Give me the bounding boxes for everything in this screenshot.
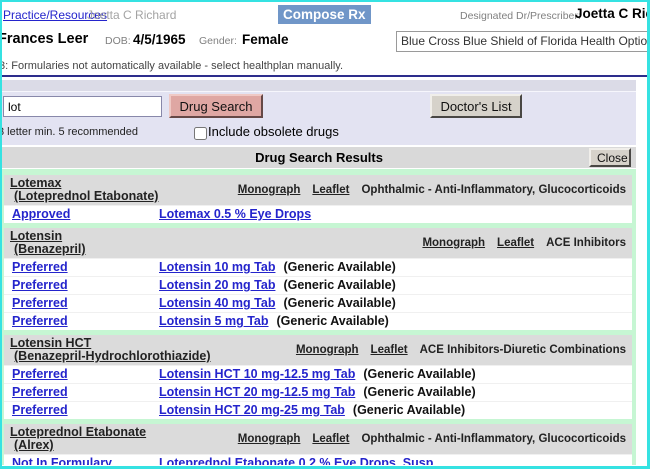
generic-available-label: (Generic Available) <box>363 367 476 381</box>
drug-result-row: Preferred Lotensin HCT 10 mg-12.5 mg Tab (… <box>4 365 632 383</box>
drug-name-link[interactable]: Lotemax 0.5 % Eye Drops <box>159 207 311 222</box>
generic-available-label: (Generic Available) <box>283 296 396 310</box>
drug-result-row: Preferred Lotensin 10 mg Tab (Generic Avai… <box>4 258 632 276</box>
gender-label: Gender: <box>199 35 237 47</box>
result-group-header: Lotemax (Loteprednol Etabonate) Monograph L… <box>4 175 632 205</box>
drug-name-link[interactable]: Lotensin 10 mg Tab <box>159 260 275 275</box>
drug-group-name: Lotemax (Loteprednol Etabonate) <box>10 177 158 203</box>
search-hint: 3 letter min. 5 recommended <box>0 126 139 138</box>
generic-available-label: (Generic Available) <box>363 385 476 399</box>
generic-available-label: (Generic Available) <box>283 260 396 274</box>
drug-category-label: ACE Inhibitors-Diuretic Combinations <box>419 344 626 356</box>
result-group-header: Lotensin HCT (Benazepril-Hydrochlorothiaz… <box>4 335 632 365</box>
results-list: Lotemax (Loteprednol Etabonate) Monograph L… <box>2 169 636 465</box>
monograph-link[interactable]: Monograph <box>296 344 359 356</box>
include-obsolete-checkbox[interactable] <box>194 127 207 140</box>
generic-available-label: (Generic Available) <box>352 403 466 417</box>
group-header-links: Monograph Leaflet ACE Inhibitors <box>422 237 626 249</box>
gender-value: Female <box>242 32 289 47</box>
results-title: Drug Search Results <box>255 150 383 165</box>
drug-result-row: Preferred Lotensin HCT 20 mg-25 mg Tab (Ge… <box>4 401 632 419</box>
formulary-status-link[interactable]: Preferred <box>12 403 159 418</box>
healthplan-select[interactable]: Blue Cross Blue Shield of Florida Health… <box>396 31 647 52</box>
drug-name-link[interactable]: Loteprednol Etabonate 0.2 % Eye Drops, S… <box>159 456 433 465</box>
leaflet-link[interactable]: Leaflet <box>312 433 349 445</box>
formulary-status-link[interactable]: Preferred <box>12 260 159 275</box>
drug-name-link[interactable]: Lotensin 5 mg Tab <box>159 314 269 329</box>
drug-name-link[interactable]: Lotensin 40 mg Tab <box>159 296 275 311</box>
drug-name-link[interactable]: Lotensin HCT 20 mg-12.5 mg Tab <box>159 385 355 400</box>
result-group: Loteprednol Etabonate (Alrex) Monograph Lea… <box>4 424 632 465</box>
include-obsolete-label: Include obsolete drugs <box>208 124 339 139</box>
drug-name-link[interactable]: Lotensin HCT 10 mg-12.5 mg Tab <box>159 367 355 382</box>
results-header-bar: Drug Search Results Close <box>2 147 636 168</box>
panel-top-strip <box>2 80 636 92</box>
patient-name: Frances Leer <box>0 31 89 47</box>
result-group: Lotemax (Loteprednol Etabonate) Monograph L… <box>4 175 632 223</box>
formulary-status-link[interactable]: Preferred <box>12 278 159 293</box>
group-header-links: Monograph Leaflet Ophthalmic - Anti-Inflam… <box>238 433 626 445</box>
monograph-link[interactable]: Monograph <box>238 433 301 445</box>
drug-name-link[interactable]: Lotensin 20 mg Tab <box>159 278 275 293</box>
doctors-list-button[interactable]: Doctor's List <box>430 94 522 118</box>
drug-group-generic-link[interactable]: (Loteprednol Etabonate) <box>10 190 158 203</box>
generic-available-label: (Generic Available) <box>276 314 389 328</box>
drug-group-name: Loteprednol Etabonate (Alrex) <box>10 426 146 452</box>
drug-result-row: Preferred Lotensin 40 mg Tab (Generic Avai… <box>4 294 632 312</box>
group-header-links: Monograph Leaflet Ophthalmic - Anti-Inflam… <box>238 184 626 196</box>
drug-category-label: ACE Inhibitors <box>546 237 626 249</box>
monograph-link[interactable]: Monograph <box>422 237 485 249</box>
designated-prescriber-value: Joetta C Richard <box>575 6 647 21</box>
dob-value: 4/5/1965 <box>133 32 186 47</box>
user-name-label: Joetta C Richard <box>87 8 177 22</box>
drug-result-row: Preferred Lotensin HCT 20 mg-12.5 mg Tab (… <box>4 383 632 401</box>
formulary-status-link[interactable]: Preferred <box>12 367 159 382</box>
drug-category-label: Ophthalmic - Anti-Inflammatory, Glucocor… <box>361 433 626 445</box>
group-header-links: Monograph Leaflet ACE Inhibitors-Diuretic … <box>296 344 626 356</box>
page-title: Compose Rx <box>278 5 371 24</box>
drug-group-name: Lotensin HCT (Benazepril-Hydrochlorothiaz… <box>10 337 211 363</box>
divider-rule <box>2 75 647 77</box>
drug-group-generic-link[interactable]: (Benazepril) <box>10 243 86 256</box>
drug-group-generic-link[interactable]: (Alrex) <box>10 439 146 452</box>
drug-result-row: Not In Formulary Loteprednol Etabonate 0.… <box>4 454 632 465</box>
leaflet-link[interactable]: Leaflet <box>371 344 408 356</box>
drug-group-name: Lotensin (Benazepril) <box>10 230 86 256</box>
drug-result-row: Preferred Lotensin 5 mg Tab (Generic Avail… <box>4 312 632 330</box>
formulary-note: 3: Formularies not automatically availab… <box>0 60 344 72</box>
drug-category-label: Ophthalmic - Anti-Inflammatory, Glucocor… <box>361 184 626 196</box>
formulary-status-link[interactable]: Approved <box>12 207 159 222</box>
monograph-link[interactable]: Monograph <box>238 184 301 196</box>
result-group: Lotensin HCT (Benazepril-Hydrochlorothiaz… <box>4 335 632 419</box>
drug-search-input[interactable] <box>3 96 162 117</box>
leaflet-link[interactable]: Leaflet <box>312 184 349 196</box>
generic-available-label: (Generic Available) <box>283 278 396 292</box>
drug-result-row: Preferred Lotensin 20 mg Tab (Generic Avai… <box>4 276 632 294</box>
drug-search-button[interactable]: Drug Search <box>169 94 263 118</box>
dob-label: DOB: <box>105 35 131 47</box>
leaflet-link[interactable]: Leaflet <box>497 237 534 249</box>
compose-rx-window: Practice/Resources Joetta C Richard Comp… <box>0 0 650 469</box>
formulary-status-link[interactable]: Not In Formulary <box>12 456 159 465</box>
close-button[interactable]: Close <box>589 148 631 167</box>
designated-prescriber-label: Designated Dr/Prescriber: <box>460 10 581 22</box>
formulary-status-link[interactable]: Preferred <box>12 296 159 311</box>
result-group-header: Loteprednol Etabonate (Alrex) Monograph Lea… <box>4 424 632 454</box>
drug-name-link[interactable]: Lotensin HCT 20 mg-25 mg Tab <box>159 403 345 418</box>
result-group-header: Lotensin (Benazepril) Monograph Leaflet ACE … <box>4 228 632 258</box>
result-group: Lotensin (Benazepril) Monograph Leaflet ACE … <box>4 228 632 330</box>
formulary-status-link[interactable]: Preferred <box>12 314 159 329</box>
drug-group-generic-link[interactable]: (Benazepril-Hydrochlorothiazide) <box>10 350 211 363</box>
drug-result-row: Approved Lotemax 0.5 % Eye Drops <box>4 205 632 223</box>
formulary-status-link[interactable]: Preferred <box>12 385 159 400</box>
